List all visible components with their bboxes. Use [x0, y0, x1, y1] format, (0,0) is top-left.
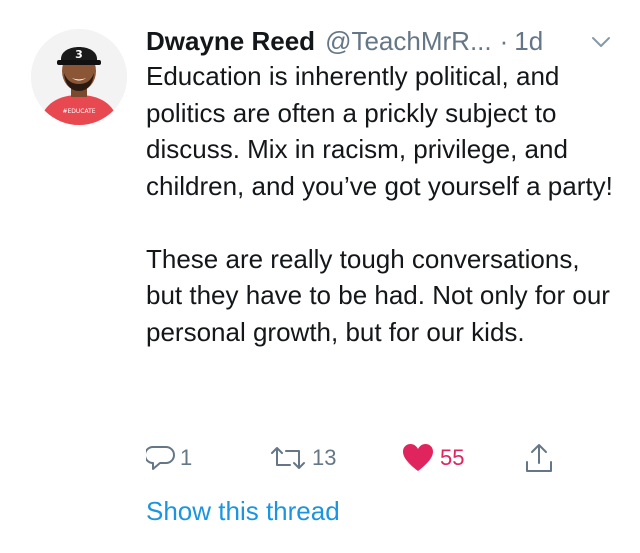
like-button[interactable]: 55	[402, 436, 464, 480]
tweet-timestamp[interactable]: 1d	[514, 24, 543, 58]
action-bar: 1 13 55	[0, 436, 640, 480]
chevron-down-icon[interactable]	[589, 30, 613, 54]
show-thread-link[interactable]: Show this thread	[146, 494, 340, 528]
like-count: 55	[440, 445, 465, 470]
speech-bubble-icon	[146, 446, 175, 470]
avatar-shirt-text: #EDUCATE	[62, 108, 95, 115]
avatar[interactable]: 3 #EDUCATE	[31, 29, 127, 125]
reply-count: 1	[180, 445, 193, 470]
share-button[interactable]	[524, 436, 554, 480]
tweet-header: Dwayne Reed @TeachMrR... · 1d	[146, 24, 626, 60]
avatar-image: 3 #EDUCATE	[31, 29, 127, 125]
retweet-arrows-icon	[271, 447, 305, 469]
tweet-paragraph: These are really tough conversations, bu…	[146, 243, 610, 347]
heart-icon	[403, 444, 433, 471]
tweet-card[interactable]: 3 #EDUCATE Dwayne Reed @TeachMrR... · 1d…	[0, 0, 640, 553]
tweet-paragraph: Education is inherently political, and p…	[146, 61, 613, 201]
share-upload-icon	[526, 444, 552, 472]
avatar-cap-number: 3	[75, 48, 83, 61]
author-handle[interactable]: @TeachMrR...	[325, 24, 492, 58]
author-name[interactable]: Dwayne Reed	[146, 24, 315, 58]
tweet-text: Education is inherently political, and p…	[146, 58, 616, 350]
header-separator: ·	[499, 26, 509, 56]
retweet-count: 13	[312, 445, 337, 470]
retweet-button[interactable]: 13	[268, 436, 336, 480]
reply-button[interactable]: 1	[146, 436, 192, 480]
